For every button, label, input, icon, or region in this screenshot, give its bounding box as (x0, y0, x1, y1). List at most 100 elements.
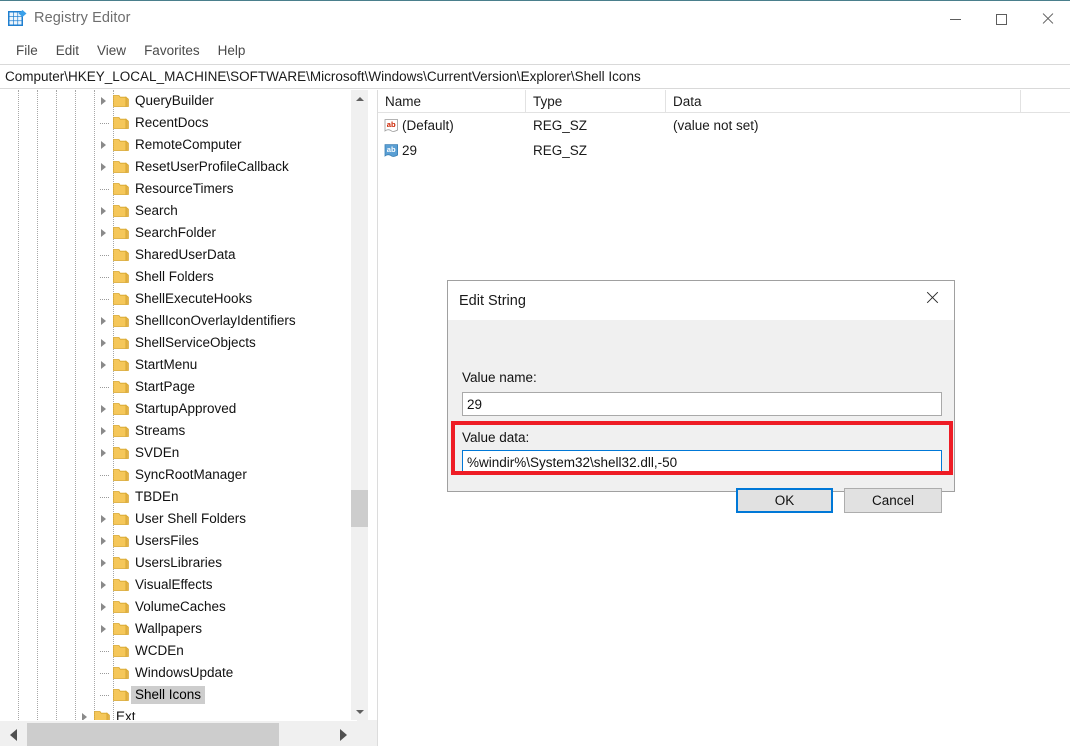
scrollbar-corner (357, 720, 377, 746)
tree-item-ext[interactable]: Ext (0, 706, 351, 720)
tree-expander-chevron-icon[interactable] (94, 134, 110, 156)
cancel-button[interactable]: Cancel (844, 488, 942, 513)
menu-file[interactable]: File (7, 40, 47, 62)
minimize-button[interactable] (932, 1, 978, 37)
close-button[interactable] (1024, 1, 1070, 37)
folder-icon (113, 600, 129, 614)
tree-item-startmenu[interactable]: StartMenu (0, 354, 351, 376)
tree-item-label: StartupApproved (135, 401, 237, 416)
tree-leaf-connector-icon (94, 178, 110, 200)
tree-expander-chevron-icon[interactable] (94, 200, 110, 222)
tree-expander-chevron-icon[interactable] (94, 420, 110, 442)
tree-vertical-scrollbar[interactable] (351, 90, 368, 720)
tree-item-label: SyncRootManager (135, 467, 247, 482)
tree-expander-chevron-icon[interactable] (94, 310, 110, 332)
tree-item-userslibraries[interactable]: UsersLibraries (0, 552, 351, 574)
tree-item-shellexecutehooks[interactable]: ShellExecuteHooks (0, 288, 351, 310)
scroll-up-button[interactable] (351, 90, 368, 107)
tree-horizontal-scrollbar[interactable] (0, 720, 377, 746)
tree-item-windowsupdate[interactable]: WindowsUpdate (0, 662, 351, 684)
vertical-scroll-thumb[interactable] (351, 490, 368, 527)
tree-item-startpage[interactable]: StartPage (0, 376, 351, 398)
registry-tree-panel: QueryBuilder RecentDocs RemoteComputer Rese… (0, 90, 378, 746)
scroll-left-button[interactable] (0, 721, 27, 746)
menu-favorites[interactable]: Favorites (135, 40, 209, 62)
tree-item-tbden[interactable]: TBDEn (0, 486, 351, 508)
folder-icon (113, 402, 129, 416)
menu-view[interactable]: View (88, 40, 135, 62)
tree-item-label: Shell Folders (135, 269, 214, 284)
dialog-close-button[interactable] (910, 281, 954, 312)
tree-item-querybuilder[interactable]: QueryBuilder (0, 90, 351, 112)
tree-expander-chevron-icon[interactable] (94, 354, 110, 376)
list-column-headers: Name Type Data (378, 90, 1070, 113)
tree-expander-chevron-icon[interactable] (94, 552, 110, 574)
tree-item-shellserviceobjects[interactable]: ShellServiceObjects (0, 332, 351, 354)
tree-item-volumecaches[interactable]: VolumeCaches (0, 596, 351, 618)
tree-expander-chevron-icon[interactable] (94, 156, 110, 178)
tree-expander-chevron-icon[interactable] (94, 530, 110, 552)
tree-item-recentdocs[interactable]: RecentDocs (0, 112, 351, 134)
tree-item-streams[interactable]: Streams (0, 420, 351, 442)
registry-editor-icon (8, 10, 27, 28)
menu-edit[interactable]: Edit (47, 40, 88, 62)
scroll-down-button[interactable] (351, 703, 368, 720)
column-header-name[interactable]: Name (378, 90, 526, 113)
value-data-cell: (value not set) (673, 118, 759, 133)
maximize-button[interactable] (978, 1, 1024, 37)
tree-item-label: WindowsUpdate (135, 665, 234, 680)
column-header-type[interactable]: Type (526, 90, 666, 113)
list-rows: ab (Default) REG_SZ (value not set) ab 29 REG_… (378, 113, 1070, 163)
menu-help[interactable]: Help (209, 40, 255, 62)
tree-item-user-shell-folders[interactable]: User Shell Folders (0, 508, 351, 530)
tree-item-remotecomputer[interactable]: RemoteComputer (0, 134, 351, 156)
address-bar[interactable]: Computer\HKEY_LOCAL_MACHINE\SOFTWARE\Mic… (0, 64, 1070, 89)
tree-expander-chevron-icon[interactable] (94, 508, 110, 530)
tree-item-resetuserprofilecallback[interactable]: ResetUserProfileCallback (0, 156, 351, 178)
tree-item-shelliconoverlayidentifiers[interactable]: ShellIconOverlayIdentifiers (0, 310, 351, 332)
tree-expander-chevron-icon[interactable] (75, 706, 91, 720)
tree-item-search[interactable]: Search (0, 200, 351, 222)
horizontal-scroll-thumb[interactable] (27, 723, 279, 746)
tree-leaf-connector-icon (94, 244, 110, 266)
folder-icon (113, 688, 129, 702)
tree-item-startupapproved[interactable]: StartupApproved (0, 398, 351, 420)
scroll-right-button[interactable] (330, 721, 357, 746)
tree-item-label: UsersFiles (135, 533, 199, 548)
folder-icon (113, 644, 129, 658)
dialog-title: Edit String (459, 292, 526, 309)
tree-item-label: WCDEn (135, 643, 184, 658)
tree-expander-chevron-icon[interactable] (94, 332, 110, 354)
tree-leaf-connector-icon (94, 112, 110, 134)
tree-item-shell-icons[interactable]: Shell Icons (0, 684, 351, 706)
ok-button[interactable]: OK (736, 488, 833, 513)
tree-item-shareduserdata[interactable]: SharedUserData (0, 244, 351, 266)
tree-item-svden[interactable]: SVDEn (0, 442, 351, 464)
column-header-data[interactable]: Data (666, 90, 1021, 113)
tree-expander-chevron-icon[interactable] (94, 90, 110, 112)
tree-item-label: TBDEn (135, 489, 179, 504)
tree-expander-chevron-icon[interactable] (94, 596, 110, 618)
tree-item-wallpapers[interactable]: Wallpapers (0, 618, 351, 640)
tree-expander-chevron-icon[interactable] (94, 574, 110, 596)
tree-item-resourcetimers[interactable]: ResourceTimers (0, 178, 351, 200)
registry-tree[interactable]: QueryBuilder RecentDocs RemoteComputer Rese… (0, 90, 351, 720)
tree-item-visualeffects[interactable]: VisualEffects (0, 574, 351, 596)
tree-item-syncrootmanager[interactable]: SyncRootManager (0, 464, 351, 486)
tree-item-label: Ext (116, 709, 136, 720)
tree-item-searchfolder[interactable]: SearchFolder (0, 222, 351, 244)
tree-expander-chevron-icon[interactable] (94, 442, 110, 464)
tree-item-usersfiles[interactable]: UsersFiles (0, 530, 351, 552)
value-data-input[interactable]: %windir%\System32\shell32.dll,-50 (462, 450, 942, 474)
tree-expander-chevron-icon[interactable] (94, 222, 110, 244)
tree-item-label: User Shell Folders (135, 511, 247, 526)
tree-item-label: RemoteComputer (135, 137, 242, 152)
tree-item-shell-folders[interactable]: Shell Folders (0, 266, 351, 288)
value-row[interactable]: ab (Default) REG_SZ (value not set) (378, 113, 1070, 138)
tree-leaf-connector-icon (94, 486, 110, 508)
value-row[interactable]: ab 29 REG_SZ (378, 138, 1070, 163)
value-name-input[interactable]: 29 (462, 392, 942, 416)
tree-item-wcden[interactable]: WCDEn (0, 640, 351, 662)
tree-expander-chevron-icon[interactable] (94, 398, 110, 420)
tree-expander-chevron-icon[interactable] (94, 618, 110, 640)
